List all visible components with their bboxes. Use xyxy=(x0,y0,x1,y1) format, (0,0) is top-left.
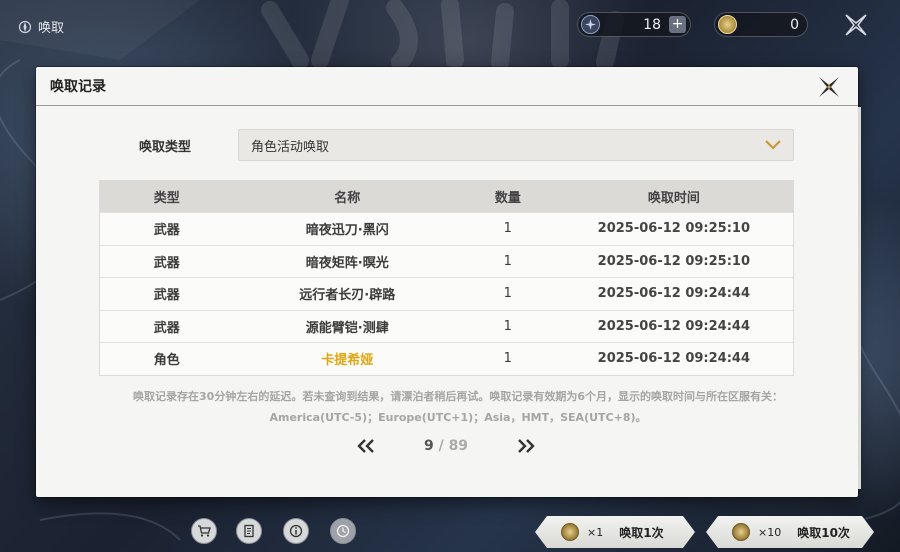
page-separator: / xyxy=(438,438,444,454)
row-qty: 1 xyxy=(503,253,512,269)
delay-notice-line-2: America(UTC-5)；Europe(UTC+1)；Asia，HMT，SE… xyxy=(269,411,647,424)
page-indicator: 9 / 89 xyxy=(424,438,468,454)
gacha-history-dialog: 唤取记录 唤取类型 角色活动唤取 类型 名称 数量 唤取时间 武器 暗夜迅刀·黑… xyxy=(36,67,861,497)
history-button[interactable] xyxy=(330,518,356,544)
coin-currency[interactable]: 0 xyxy=(714,12,808,37)
column-header-qty: 数量 xyxy=(494,191,521,206)
row-type: 武器 xyxy=(153,255,180,271)
page-total: 89 xyxy=(448,438,469,454)
star-currency-icon xyxy=(581,15,600,34)
close-icon[interactable] xyxy=(817,76,841,98)
pull-once-button[interactable]: ×1 唤取1次 xyxy=(535,516,695,548)
column-header-time: 唤取时间 xyxy=(647,191,700,206)
row-qty: 1 xyxy=(503,318,512,334)
table-row: 武器 暗夜矩阵·暝光 1 2025-06-12 09:25:10 xyxy=(100,244,793,277)
info-button[interactable] xyxy=(283,518,309,544)
row-time: 2025-06-12 09:24:44 xyxy=(597,286,751,302)
pull-coin-icon xyxy=(561,523,579,541)
column-header-name: 名称 xyxy=(334,191,361,206)
gacha-type-select[interactable]: 角色活动唤取 xyxy=(238,129,794,161)
top-close-icon[interactable] xyxy=(843,13,869,37)
filter-row: 唤取类型 角色活动唤取 xyxy=(139,129,794,161)
row-name: 源能臂铠·测肆 xyxy=(305,320,389,336)
info-icon xyxy=(289,524,303,538)
row-qty: 1 xyxy=(503,286,512,302)
pull-coin-icon xyxy=(732,523,750,541)
history-table: 类型 名称 数量 唤取时间 武器 暗夜迅刀·黑闪 1 2025-06-12 09… xyxy=(99,180,794,376)
row-name-five-star: 卡提希娅 xyxy=(321,353,374,369)
coin-currency-value: 0 xyxy=(790,16,799,33)
row-time: 2025-06-12 09:25:10 xyxy=(597,253,751,269)
pagination: 9 / 89 xyxy=(356,435,536,457)
row-qty: 1 xyxy=(503,351,512,367)
row-time: 2025-06-12 09:24:44 xyxy=(597,318,751,334)
row-type: 角色 xyxy=(153,353,180,369)
pull-ten-cost: ×10 xyxy=(758,525,782,539)
summon-icon xyxy=(18,20,32,33)
prev-page-icon[interactable] xyxy=(356,439,376,453)
row-time: 2025-06-12 09:25:10 xyxy=(597,221,751,237)
gacha-type-value: 角色活动唤取 xyxy=(251,139,330,155)
star-currency-value: 18 xyxy=(643,16,661,33)
table-row: 武器 暗夜迅刀·黑闪 1 2025-06-12 09:25:10 xyxy=(100,212,793,245)
table-row: 角色 卡提希娅 1 2025-06-12 09:24:44 xyxy=(100,342,793,375)
book-icon xyxy=(244,524,254,538)
delay-notice: 唤取记录存在30分钟左右的延迟。若未查询到结果，请漂泊者稍后再试。唤取记录有效期… xyxy=(88,386,828,428)
dialog-title: 唤取记录 xyxy=(50,79,106,95)
clock-icon xyxy=(336,524,350,538)
chevron-down-icon xyxy=(765,140,781,150)
row-type: 武器 xyxy=(153,320,180,336)
row-name: 暗夜矩阵·暝光 xyxy=(305,255,389,271)
row-name: 暗夜迅刀·黑闪 xyxy=(305,223,389,239)
page-title: 唤取 xyxy=(38,21,65,36)
row-type: 武器 xyxy=(153,288,180,304)
add-currency-button[interactable]: + xyxy=(669,16,686,33)
page-current: 9 xyxy=(423,438,434,454)
table-row: 武器 源能臂铠·测肆 1 2025-06-12 09:24:44 xyxy=(100,309,793,342)
pull-once-cost: ×1 xyxy=(587,525,604,539)
next-page-icon[interactable] xyxy=(516,439,536,453)
details-button[interactable] xyxy=(236,518,262,544)
delay-notice-line-1: 唤取记录存在30分钟左右的延迟。若未查询到结果，请漂泊者稍后再试。唤取记录有效期… xyxy=(133,390,783,403)
pull-ten-label: 唤取10次 xyxy=(797,525,850,540)
table-header: 类型 名称 数量 唤取时间 xyxy=(100,181,793,212)
table-row: 武器 远行者长刃·辟路 1 2025-06-12 09:24:44 xyxy=(100,277,793,310)
dialog-header: 唤取记录 xyxy=(36,67,858,106)
row-name: 远行者长刃·辟路 xyxy=(299,288,396,304)
shop-button[interactable] xyxy=(191,518,217,544)
pull-once-label: 唤取1次 xyxy=(619,525,664,540)
shop-cart-icon xyxy=(198,525,211,537)
row-type: 武器 xyxy=(153,223,180,239)
coin-currency-icon xyxy=(718,15,737,34)
pull-ten-button[interactable]: ×10 唤取10次 xyxy=(706,516,874,548)
star-currency[interactable]: 18 + xyxy=(577,12,691,37)
row-time: 2025-06-12 09:24:44 xyxy=(597,351,751,367)
page-header: 唤取 xyxy=(18,17,64,36)
row-qty: 1 xyxy=(503,221,512,237)
filter-label: 唤取类型 xyxy=(139,139,192,155)
column-header-type: 类型 xyxy=(153,191,180,206)
